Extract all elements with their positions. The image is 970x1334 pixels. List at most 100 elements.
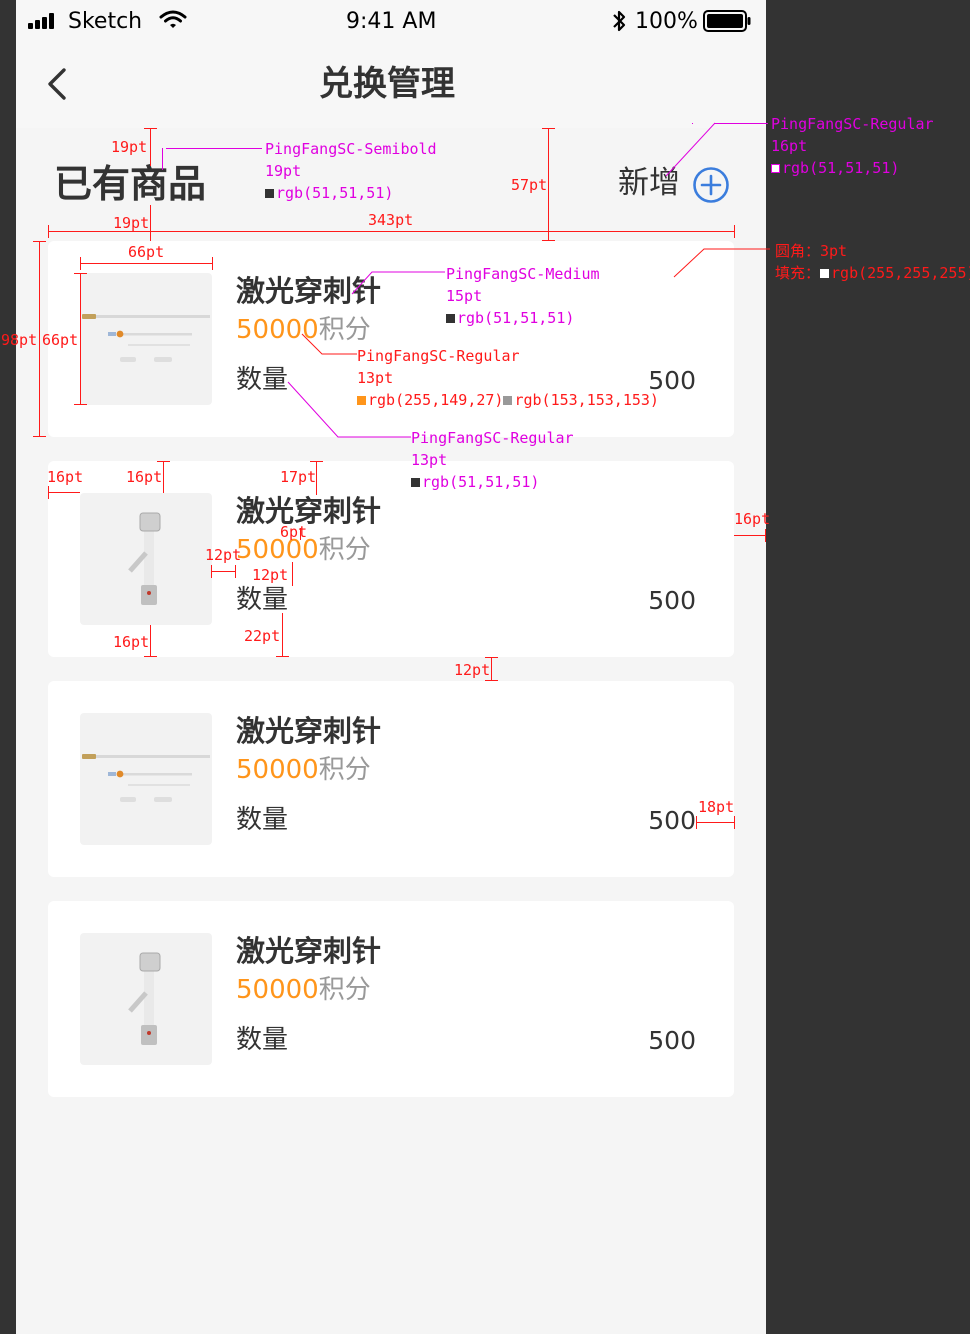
dimension-line — [48, 492, 80, 493]
battery-icon — [703, 9, 751, 33]
dimension-line — [33, 436, 46, 437]
dimension-line — [163, 461, 164, 493]
page-title: 兑换管理 — [319, 64, 455, 104]
spec-font: PingFangSC-Regular — [357, 347, 520, 365]
dimension-line — [542, 240, 555, 241]
dimension-line — [276, 656, 289, 657]
spec-radius: 圆角：3pt — [775, 242, 848, 260]
dimension-line — [144, 128, 157, 129]
battery-percent: 100% — [635, 9, 698, 34]
dimension-line — [548, 128, 549, 241]
leader-line — [287, 381, 411, 438]
left-canvas-margin — [0, 0, 16, 1334]
dimension-line — [491, 657, 492, 681]
spec-16pt: 16pt — [47, 468, 84, 486]
spec-font: PingFangSC-Regular — [411, 429, 574, 447]
dimension-line — [150, 128, 151, 166]
spec-16pt: 16pt — [734, 510, 771, 528]
points-unit: 积分 — [318, 975, 371, 1005]
quantity-label: 数量 — [236, 585, 289, 615]
dimension-line — [292, 562, 293, 586]
carrier-label: Sketch — [68, 9, 143, 34]
spec-57pt: 57pt — [511, 176, 548, 194]
dimension-line — [157, 461, 170, 462]
clock: 9:41 AM — [346, 9, 437, 34]
spec-17pt: 17pt — [280, 468, 317, 486]
quantity-value: 500 — [648, 366, 696, 395]
quantity-value: 500 — [648, 586, 696, 615]
spec-font: PingFangSC-Semibold — [265, 140, 437, 158]
spec-12pt: 12pt — [205, 546, 242, 564]
dimension-line — [282, 613, 283, 657]
dimension-line — [74, 404, 87, 405]
dimension-line — [48, 231, 734, 232]
spec-color: rgb(51,51,51) — [446, 311, 574, 326]
spec-6pt: 6pt — [280, 523, 308, 541]
spec-343pt: 343pt — [368, 211, 414, 229]
dimension-line — [211, 571, 235, 572]
dimension-line — [734, 535, 766, 536]
spec-color: rgb(51,51,51) — [265, 186, 393, 201]
leader-line — [162, 148, 163, 170]
leader-line — [673, 248, 770, 278]
y-connector-image — [80, 933, 212, 1065]
leader-line — [665, 122, 716, 177]
spec-color: rgb(51,51,51) — [411, 475, 539, 490]
quantity-value: 500 — [648, 806, 696, 835]
product-points: 50000积分 — [236, 977, 371, 1003]
spec-font: PingFangSC-Regular — [771, 115, 934, 133]
needle-kit-image — [80, 713, 212, 845]
points-unit: 积分 — [318, 535, 371, 565]
points-unit: 积分 — [318, 755, 371, 785]
leader-line — [301, 333, 357, 355]
product-card[interactable]: 激光穿刺针 50000积分 数量 500 — [48, 681, 734, 877]
spec-color: rgb(51,51,51) — [771, 161, 899, 176]
dimension-line — [485, 680, 498, 681]
dimension-line — [316, 461, 317, 495]
leader-line — [166, 148, 262, 149]
spec-66pt: 66pt — [42, 331, 79, 349]
dimension-line — [39, 241, 40, 437]
bluetooth-icon — [612, 9, 626, 33]
dimension-line — [696, 816, 697, 829]
product-card[interactable]: 激光穿刺针 50000积分 数量 500 — [48, 901, 734, 1097]
spec-16pt: 16pt — [126, 468, 163, 486]
spec-size: 13pt — [411, 451, 448, 469]
product-name: 激光穿刺针 — [236, 934, 382, 968]
dimension-line — [485, 657, 498, 658]
quantity-value: 500 — [648, 1026, 696, 1055]
right-canvas-margin — [766, 0, 970, 1334]
wifi-icon — [159, 10, 187, 30]
chevron-left-icon[interactable] — [44, 67, 70, 101]
dimension-line — [48, 225, 49, 238]
product-name: 激光穿刺针 — [236, 494, 382, 528]
quantity-label: 数量 — [236, 805, 289, 835]
spec-size: 16pt — [771, 137, 808, 155]
dimension-line — [765, 529, 766, 542]
dimension-line — [144, 656, 157, 657]
quantity-label: 数量 — [236, 365, 289, 395]
status-bar: Sketch 9:41 AM 100% — [16, 0, 766, 44]
points-value: 50000 — [236, 755, 319, 785]
dimension-line — [212, 257, 213, 270]
points-value: 50000 — [236, 975, 319, 1005]
dimension-line — [696, 822, 734, 823]
spec-66pt: 66pt — [128, 243, 165, 261]
spec-18pt: 18pt — [698, 798, 735, 816]
spec-19pt: 19pt — [113, 214, 150, 232]
spec-size: 15pt — [446, 287, 483, 305]
dimension-line — [74, 273, 87, 274]
dimension-line — [211, 565, 212, 578]
dimension-line — [542, 128, 555, 129]
nav-bar: 兑换管理 — [16, 44, 766, 128]
dimension-line — [734, 816, 735, 829]
leader-line — [351, 271, 445, 295]
dimension-line — [33, 241, 46, 242]
dimension-line — [310, 461, 323, 462]
spec-size: 19pt — [265, 162, 302, 180]
spec-19pt: 19pt — [111, 138, 148, 156]
product-name: 激光穿刺针 — [236, 714, 382, 748]
dimension-line — [80, 257, 81, 270]
dimension-line — [80, 273, 81, 405]
signal-icon — [28, 13, 64, 29]
